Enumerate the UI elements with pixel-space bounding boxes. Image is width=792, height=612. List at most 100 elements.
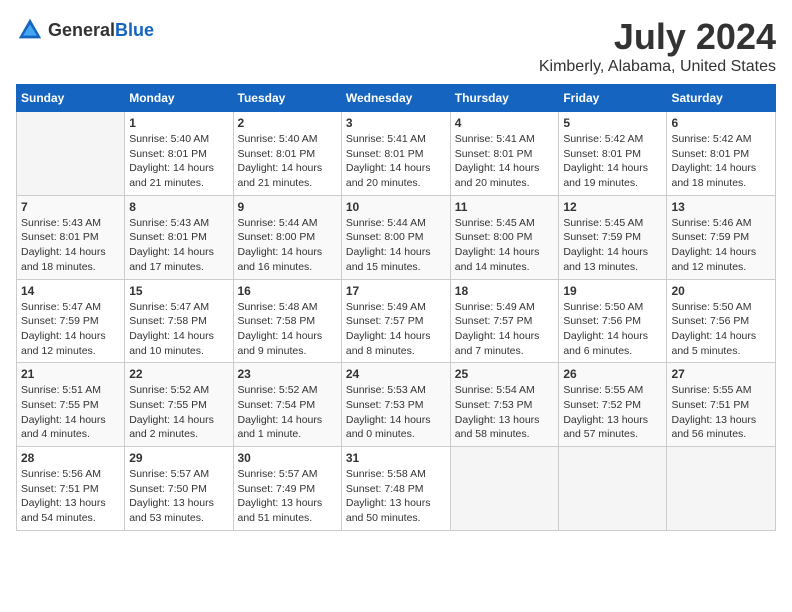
calendar-cell: 18Sunrise: 5:49 AM Sunset: 7:57 PM Dayli… <box>450 279 559 363</box>
calendar-table: SundayMondayTuesdayWednesdayThursdayFrid… <box>16 84 776 531</box>
logo-blue: Blue <box>115 20 154 40</box>
day-detail: Sunrise: 5:47 AM Sunset: 7:58 PM Dayligh… <box>129 300 228 359</box>
day-detail: Sunrise: 5:44 AM Sunset: 8:00 PM Dayligh… <box>238 216 337 275</box>
day-detail: Sunrise: 5:43 AM Sunset: 8:01 PM Dayligh… <box>129 216 228 275</box>
day-detail: Sunrise: 5:52 AM Sunset: 7:54 PM Dayligh… <box>238 383 337 442</box>
day-number: 28 <box>21 451 120 465</box>
calendar-cell: 25 Sunrise: 5:54 AM Sunset: 7:53 PM Dayli… <box>450 363 559 447</box>
calendar-cell: 19 Sunrise: 5:50 AM Sunset: 7:56 PM Dayli… <box>559 279 667 363</box>
day-number: 8 <box>129 200 228 214</box>
day-number: 12 <box>563 200 662 214</box>
weekday-header-friday: Friday <box>559 85 667 112</box>
day-detail: Sunrise: 5:41 AM Sunset: 8:01 PM Dayligh… <box>455 132 555 191</box>
day-detail: Sunrise: 5:45 AM Sunset: 7:59 PM Dayligh… <box>563 216 662 275</box>
day-detail: Sunrise: 5:40 AM Sunset: 8:01 PM Dayligh… <box>129 132 228 191</box>
day-detail: Sunrise: 5:50 AM Sunset: 7:56 PM Dayligh… <box>671 300 771 359</box>
day-number: 21 <box>21 367 120 381</box>
day-number: 1 <box>129 116 228 130</box>
day-number: 7 <box>21 200 120 214</box>
weekday-header-thursday: Thursday <box>450 85 559 112</box>
day-detail: Sunrise: 5:49 AM Sunset: 7:57 PM Dayligh… <box>346 300 446 359</box>
day-detail: Sunrise: 5:48 AM Sunset: 7:58 PM Dayligh… <box>238 300 337 359</box>
weekday-header-sunday: Sunday <box>17 85 125 112</box>
calendar-cell: 20Sunrise: 5:50 AM Sunset: 7:56 PM Dayli… <box>667 279 776 363</box>
day-detail: Sunrise: 5:53 AM Sunset: 7:53 PM Dayligh… <box>346 383 446 442</box>
day-number: 6 <box>671 116 771 130</box>
day-number: 15 <box>129 284 228 298</box>
calendar-cell: 31Sunrise: 5:58 AM Sunset: 7:48 PM Dayli… <box>341 447 450 531</box>
day-number: 17 <box>346 284 446 298</box>
day-detail: Sunrise: 5:44 AM Sunset: 8:00 PM Dayligh… <box>346 216 446 275</box>
calendar-cell: 10 Sunrise: 5:44 AM Sunset: 8:00 PM Dayli… <box>341 195 450 279</box>
calendar-cell: 2 Sunrise: 5:40 AM Sunset: 8:01 PM Daylig… <box>233 112 341 196</box>
page-header: GeneralBlue July 2024 Kimberly, Alabama,… <box>16 16 776 76</box>
day-detail: Sunrise: 5:43 AM Sunset: 8:01 PM Dayligh… <box>21 216 120 275</box>
calendar-cell: 7 Sunrise: 5:43 AM Sunset: 8:01 PM Daylig… <box>17 195 125 279</box>
day-detail: Sunrise: 5:56 AM Sunset: 7:51 PM Dayligh… <box>21 467 120 526</box>
calendar-cell <box>559 447 667 531</box>
calendar-cell: 14Sunrise: 5:47 AM Sunset: 7:59 PM Dayli… <box>17 279 125 363</box>
day-number: 13 <box>671 200 771 214</box>
day-number: 26 <box>563 367 662 381</box>
calendar-cell: 21 Sunrise: 5:51 AM Sunset: 7:55 PM Dayli… <box>17 363 125 447</box>
calendar-body: 1 Sunrise: 5:40 AM Sunset: 8:01 PM Daylig… <box>17 112 776 531</box>
logo: GeneralBlue <box>16 16 154 44</box>
day-detail: Sunrise: 5:49 AM Sunset: 7:57 PM Dayligh… <box>455 300 555 359</box>
calendar-week-3: 14Sunrise: 5:47 AM Sunset: 7:59 PM Dayli… <box>17 279 776 363</box>
calendar-cell: 22Sunrise: 5:52 AM Sunset: 7:55 PM Dayli… <box>125 363 233 447</box>
day-number: 31 <box>346 451 446 465</box>
subtitle: Kimberly, Alabama, United States <box>539 58 776 76</box>
calendar-week-4: 21 Sunrise: 5:51 AM Sunset: 7:55 PM Dayli… <box>17 363 776 447</box>
day-number: 19 <box>563 284 662 298</box>
weekday-header-row: SundayMondayTuesdayWednesdayThursdayFrid… <box>17 85 776 112</box>
day-detail: Sunrise: 5:42 AM Sunset: 8:01 PM Dayligh… <box>563 132 662 191</box>
day-detail: Sunrise: 5:50 AM Sunset: 7:56 PM Dayligh… <box>563 300 662 359</box>
day-number: 22 <box>129 367 228 381</box>
day-number: 2 <box>238 116 337 130</box>
weekday-header-saturday: Saturday <box>667 85 776 112</box>
weekday-header-tuesday: Tuesday <box>233 85 341 112</box>
weekday-header-monday: Monday <box>125 85 233 112</box>
day-number: 14 <box>21 284 120 298</box>
day-detail: Sunrise: 5:46 AM Sunset: 7:59 PM Dayligh… <box>671 216 771 275</box>
day-number: 10 <box>346 200 446 214</box>
day-number: 23 <box>238 367 337 381</box>
calendar-cell: 15 Sunrise: 5:47 AM Sunset: 7:58 PM Dayli… <box>125 279 233 363</box>
calendar-cell: 28 Sunrise: 5:56 AM Sunset: 7:51 PM Dayli… <box>17 447 125 531</box>
weekday-header-wednesday: Wednesday <box>341 85 450 112</box>
day-detail: Sunrise: 5:45 AM Sunset: 8:00 PM Dayligh… <box>455 216 555 275</box>
calendar-cell <box>17 112 125 196</box>
logo-text: GeneralBlue <box>48 20 154 41</box>
day-detail: Sunrise: 5:41 AM Sunset: 8:01 PM Dayligh… <box>346 132 446 191</box>
day-number: 11 <box>455 200 555 214</box>
day-number: 3 <box>346 116 446 130</box>
day-number: 5 <box>563 116 662 130</box>
calendar-cell: 23 Sunrise: 5:52 AM Sunset: 7:54 PM Dayli… <box>233 363 341 447</box>
day-detail: Sunrise: 5:51 AM Sunset: 7:55 PM Dayligh… <box>21 383 120 442</box>
day-detail: Sunrise: 5:57 AM Sunset: 7:49 PM Dayligh… <box>238 467 337 526</box>
day-number: 27 <box>671 367 771 381</box>
day-number: 16 <box>238 284 337 298</box>
day-number: 29 <box>129 451 228 465</box>
logo-general: General <box>48 20 115 40</box>
calendar-cell: 5 Sunrise: 5:42 AM Sunset: 8:01 PM Daylig… <box>559 112 667 196</box>
calendar-cell: 11 Sunrise: 5:45 AM Sunset: 8:00 PM Dayli… <box>450 195 559 279</box>
day-number: 30 <box>238 451 337 465</box>
calendar-cell: 29Sunrise: 5:57 AM Sunset: 7:50 PM Dayli… <box>125 447 233 531</box>
calendar-cell: 26Sunrise: 5:55 AM Sunset: 7:52 PM Dayli… <box>559 363 667 447</box>
calendar-cell: 1 Sunrise: 5:40 AM Sunset: 8:01 PM Daylig… <box>125 112 233 196</box>
logo-icon <box>16 16 44 44</box>
calendar-cell: 27Sunrise: 5:55 AM Sunset: 7:51 PM Dayli… <box>667 363 776 447</box>
day-detail: Sunrise: 5:54 AM Sunset: 7:53 PM Dayligh… <box>455 383 555 442</box>
main-title: July 2024 <box>539 16 776 58</box>
calendar-cell: 3 Sunrise: 5:41 AM Sunset: 8:01 PM Daylig… <box>341 112 450 196</box>
calendar-cell: 12 Sunrise: 5:45 AM Sunset: 7:59 PM Dayli… <box>559 195 667 279</box>
title-block: July 2024 Kimberly, Alabama, United Stat… <box>539 16 776 76</box>
day-detail: Sunrise: 5:40 AM Sunset: 8:01 PM Dayligh… <box>238 132 337 191</box>
calendar-week-1: 1 Sunrise: 5:40 AM Sunset: 8:01 PM Daylig… <box>17 112 776 196</box>
calendar-cell: 13 Sunrise: 5:46 AM Sunset: 7:59 PM Dayli… <box>667 195 776 279</box>
calendar-week-2: 7 Sunrise: 5:43 AM Sunset: 8:01 PM Daylig… <box>17 195 776 279</box>
calendar-cell <box>450 447 559 531</box>
day-detail: Sunrise: 5:42 AM Sunset: 8:01 PM Dayligh… <box>671 132 771 191</box>
day-number: 25 <box>455 367 555 381</box>
